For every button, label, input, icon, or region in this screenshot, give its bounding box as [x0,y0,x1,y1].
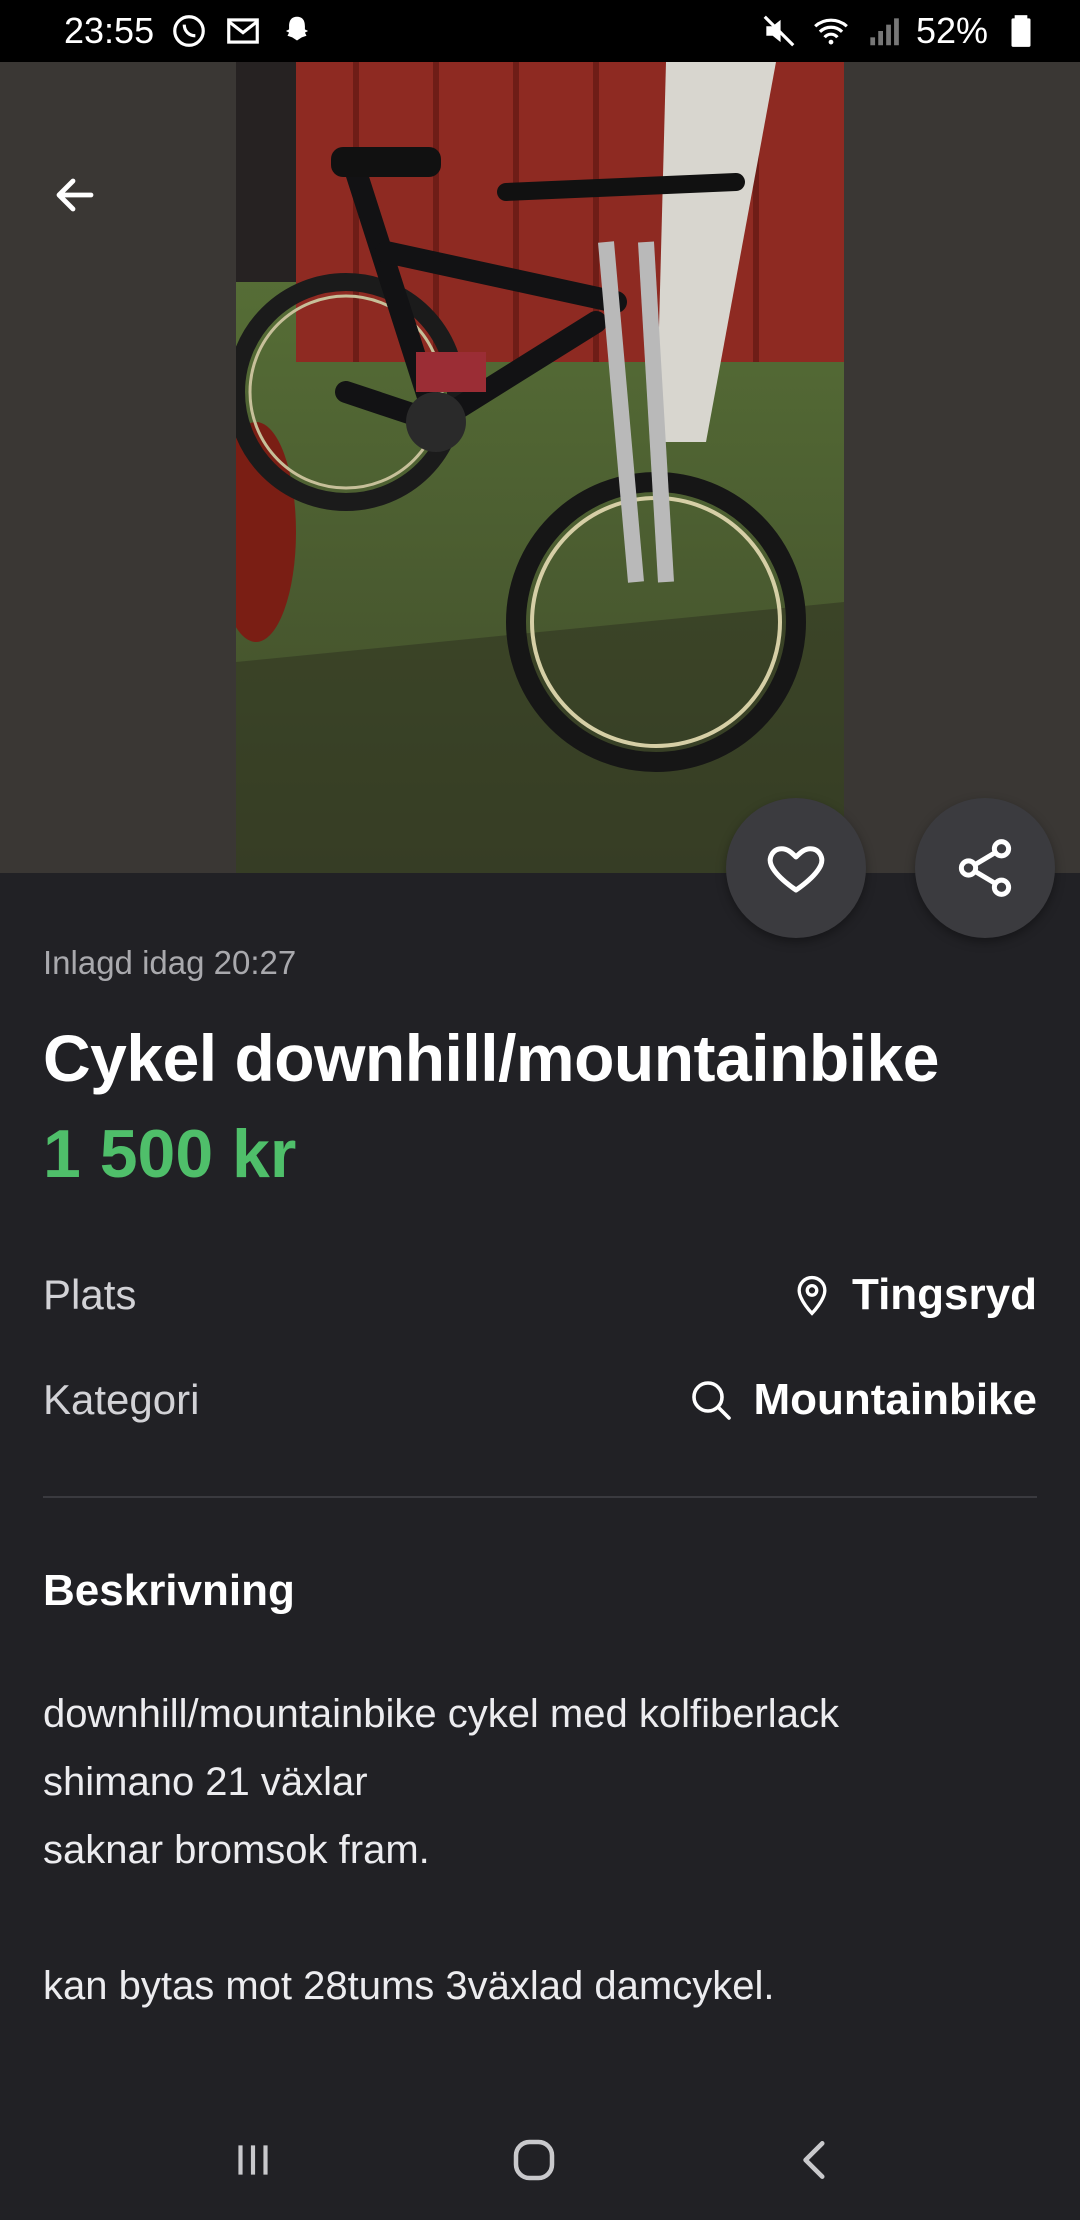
detail-row-category: Kategori Mountainbike [43,1365,1037,1435]
description-text: downhill/mountainbike cykel med kolfiber… [43,1680,1033,2020]
detail-label: Plats [43,1271,137,1318]
back-button[interactable] [42,162,108,228]
chevron-left-icon [803,2141,825,2179]
snapchat-icon [286,16,309,41]
status-bar: 23:55 52% [0,0,1080,62]
location-value[interactable]: Tingsryd [852,1270,1037,1320]
back-nav-button[interactable] [776,2130,856,2190]
gmail-icon [227,18,259,44]
arrow-left-icon [56,178,94,212]
recent-apps-button[interactable] [213,2130,293,2190]
description-line: kan bytas mot 28tums 3växlad damcykel. [43,1964,775,2008]
whatsapp-icon [173,15,205,47]
home-button[interactable] [494,2130,574,2190]
heart-icon [767,846,825,893]
location-pin-icon [797,1275,827,1316]
category-value[interactable]: Mountainbike [753,1375,1037,1425]
status-time: 23:55 [64,10,155,51]
home-icon [513,2139,555,2181]
mute-icon [763,15,795,47]
description-heading: Beskrivning [43,1566,295,1615]
location-link[interactable]: Tingsryd [790,1270,1037,1320]
favorite-button[interactable] [726,798,866,938]
detail-label: Kategori [43,1376,200,1423]
wifi-icon [814,18,848,45]
divider [43,1496,1037,1498]
description-line: shimano 21 växlar [43,1760,368,1804]
detail-row-location: Plats Tingsryd [43,1260,1037,1330]
posted-time: Inlagd idag 20:27 [43,944,297,981]
description-line: saknar bromsok fram. [43,1828,430,1872]
battery-percent: 52% [915,10,988,51]
share-icon [958,839,1012,897]
signal-icon [870,18,899,46]
description-blank-line [43,1884,1033,1952]
battery-icon [1011,15,1031,47]
search-icon [692,1381,732,1420]
description-line: downhill/mountainbike cykel med kolfiber… [43,1692,839,1736]
listing-title: Cykel downhill/mountainbike [43,1021,939,1095]
listing-photo[interactable] [236,62,844,873]
listing-price: 1 500 kr [43,1116,297,1192]
recent-apps-icon [238,2145,268,2175]
share-button[interactable] [915,798,1055,938]
listing-image-area[interactable] [0,62,1080,873]
category-link[interactable]: Mountainbike [687,1375,1037,1425]
system-nav-bar [0,2100,1080,2220]
